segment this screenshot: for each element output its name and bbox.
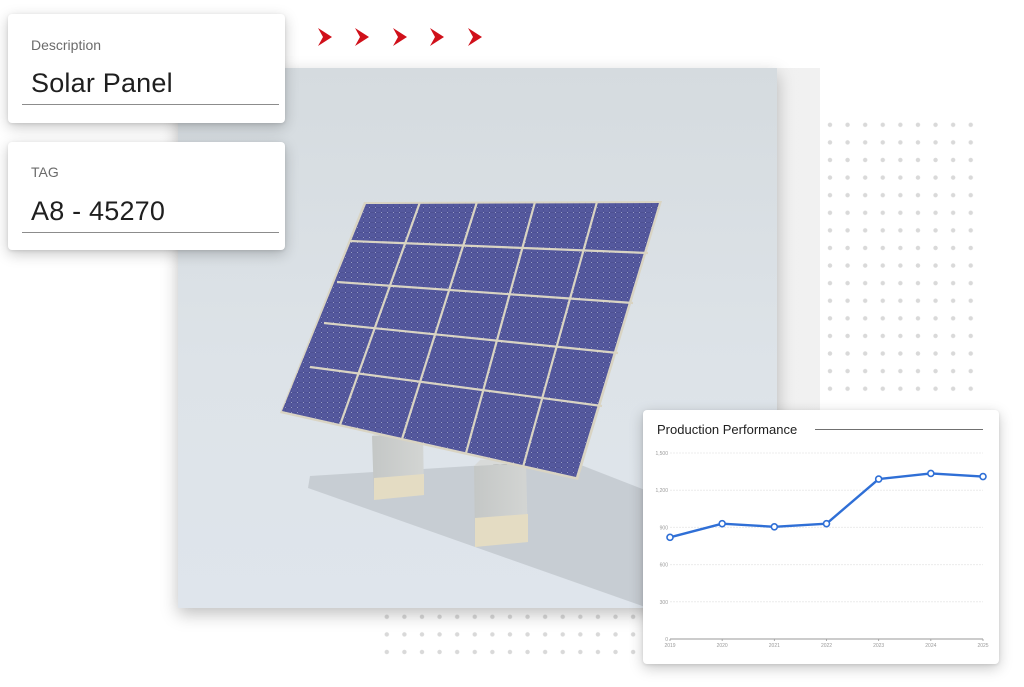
tag-label: TAG [31,164,59,180]
x-tick-label: 2023 [873,643,884,649]
description-underline [22,104,279,105]
chevron-right-icon [393,28,407,46]
x-tick-label: 2025 [977,643,988,649]
y-tick-label: 300 [660,600,669,606]
description-input[interactable]: Solar Panel [31,68,173,99]
dot-pattern-bottom [378,608,648,662]
x-tick-label: 2022 [821,643,832,649]
y-tick-label: 1,500 [655,451,668,457]
description-label: Description [31,37,102,53]
tag-underline [22,232,279,233]
chevron-right-icon [355,28,369,46]
data-point [770,522,779,531]
data-point [822,519,831,528]
y-tick-label: 1,200 [655,488,668,494]
chevron-right-icon [430,28,444,46]
x-tick-label: 2021 [769,643,780,649]
chevron-right-icon [468,28,482,46]
data-point [874,475,883,483]
y-tick-label: 600 [660,563,669,569]
chevron-right-icon [318,28,332,46]
x-tick-label: 2019 [664,643,675,649]
x-tick-label: 2024 [925,643,936,649]
chart-axes: 03006009001,2001,5002019 2020 2021 2022 2023… [655,451,988,649]
progress-chevrons [318,26,498,48]
data-point [718,519,726,528]
production-line-chart: 03006009001,2001,5002019 2020 2021 2022 2023… [655,451,988,649]
data-point [927,469,935,478]
production-performance-card: Production Performance 0 300 600 900 1,200 1,… [643,410,999,664]
description-card: Description Solar Panel [8,14,285,123]
tag-input[interactable]: A8 - 45270 [31,196,165,227]
x-tick-label: 2020 [717,643,728,649]
tag-card: TAG A8 - 45270 [8,142,285,250]
data-point [979,472,987,481]
chart-series [666,469,987,542]
concrete-footing-right [474,458,528,547]
y-tick-label: 900 [660,525,669,531]
data-point [666,533,674,542]
